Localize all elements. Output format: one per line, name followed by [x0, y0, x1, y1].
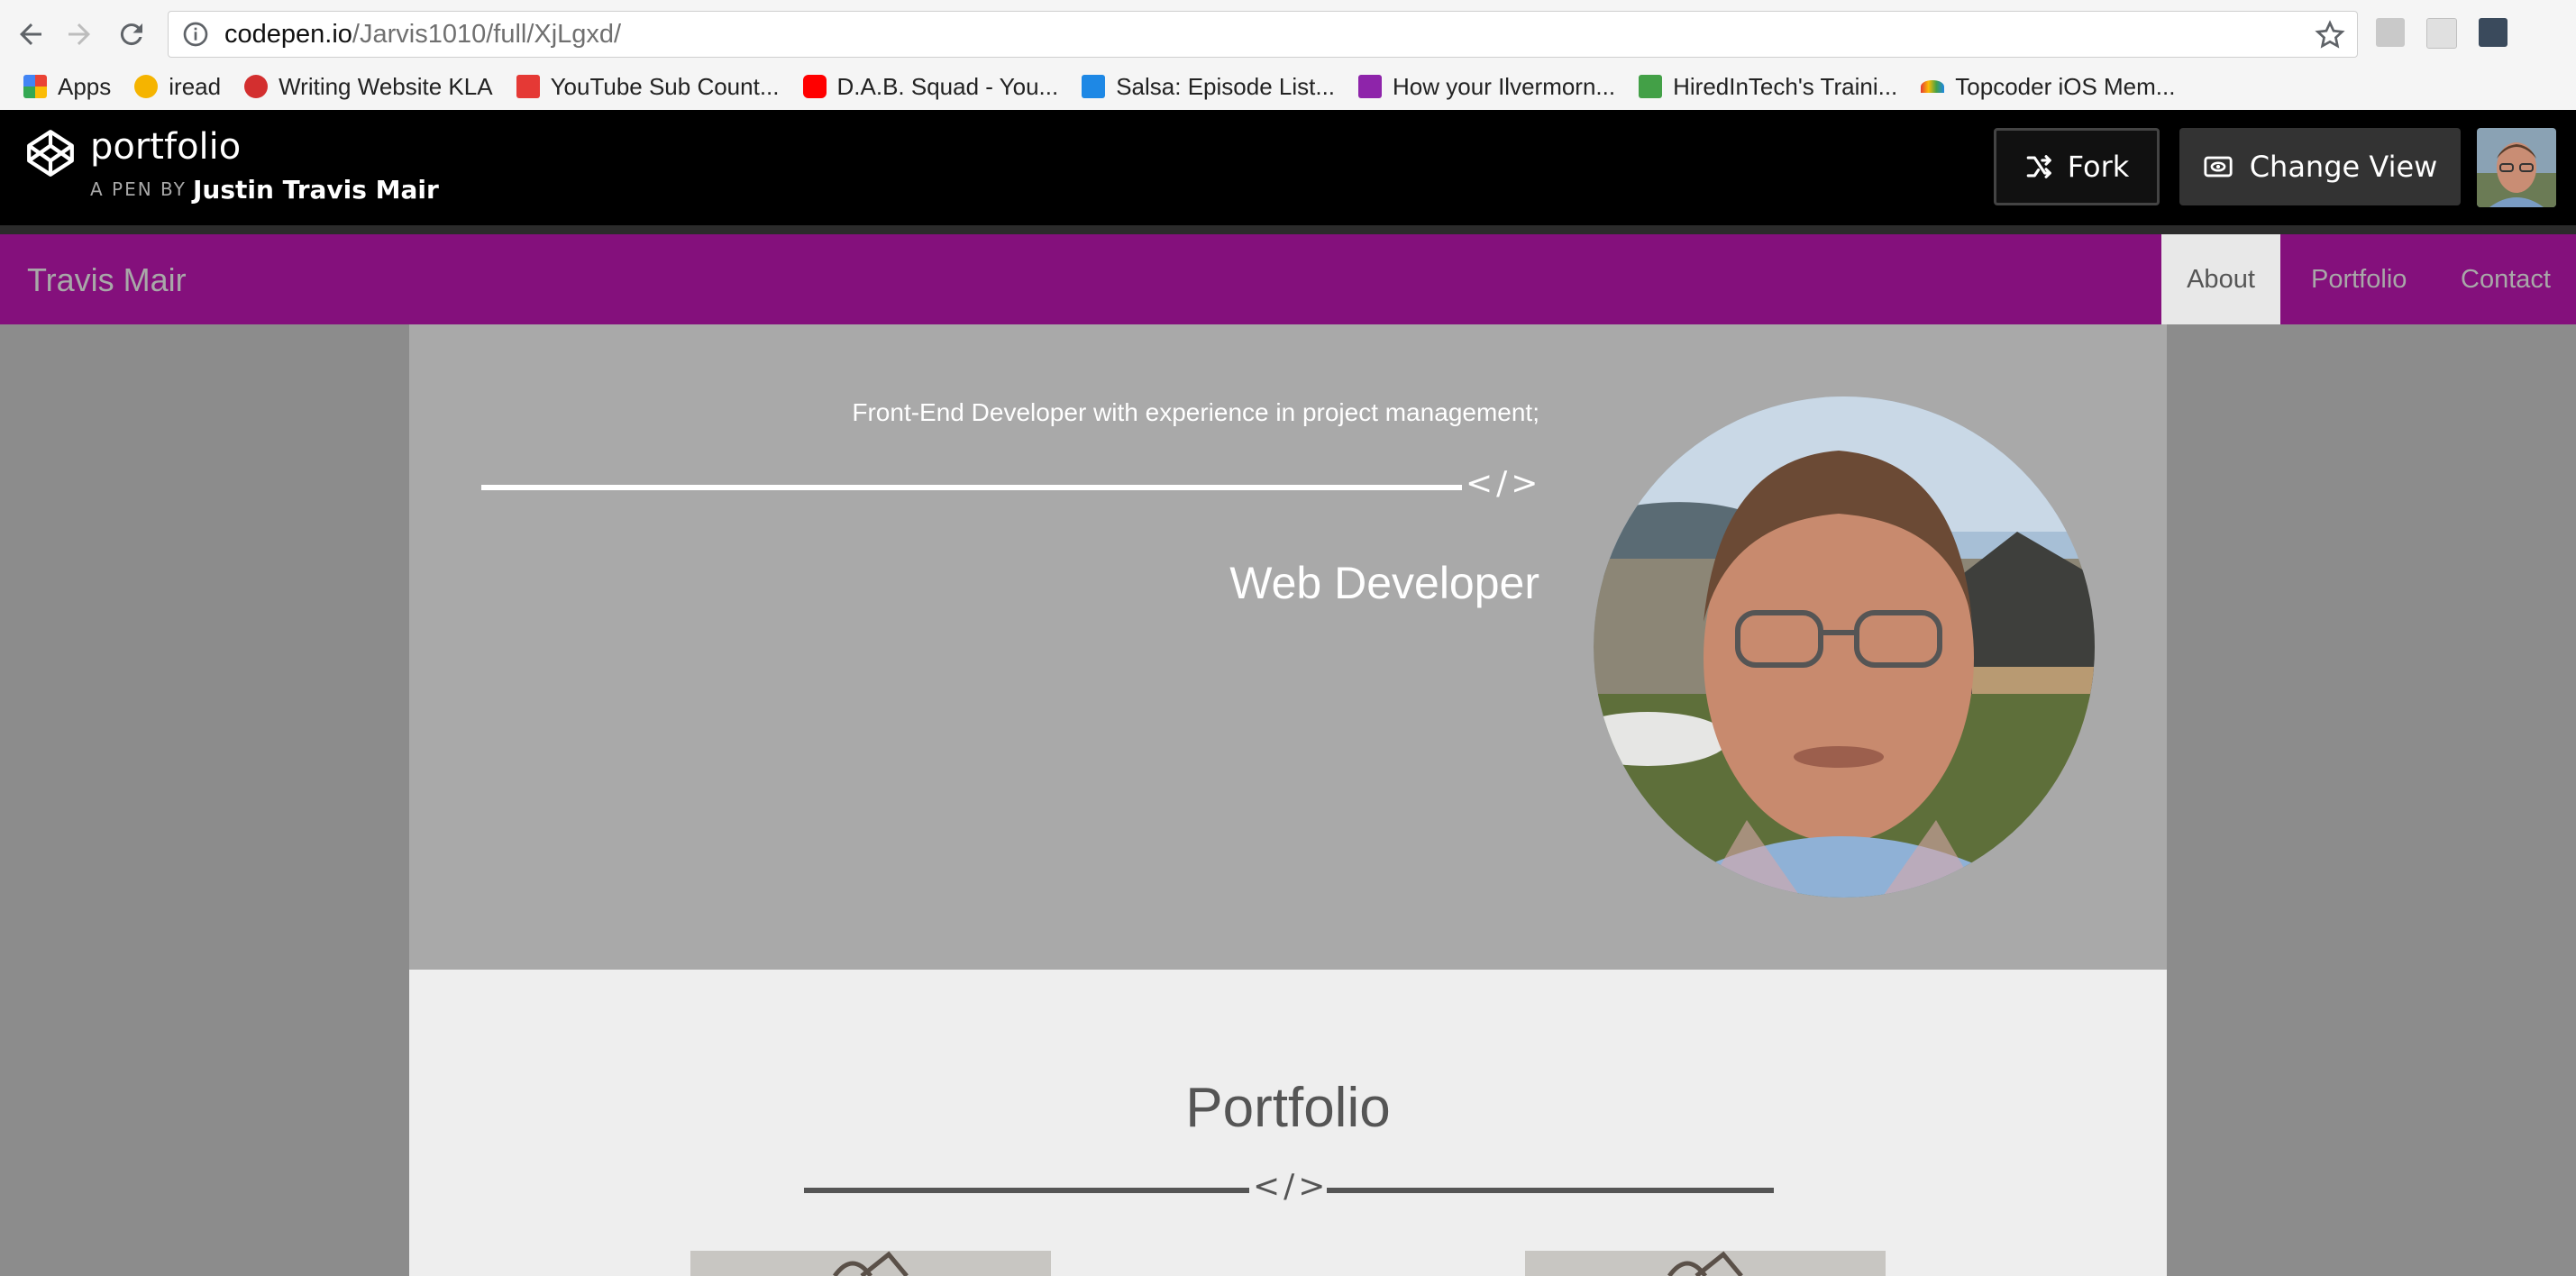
fork-icon — [2026, 155, 2051, 178]
nav-contact[interactable]: Contact — [2461, 234, 2551, 324]
codepen-header: portfolio A PEN BY Justin Travis Mair Fo… — [0, 110, 2576, 234]
portfolio-thumbnail[interactable] — [690, 1251, 1051, 1276]
site-brand[interactable]: Travis Mair — [27, 261, 187, 299]
portfolio-heading: Portfolio — [1185, 1077, 1391, 1139]
portfolio-divider-right — [1327, 1188, 1774, 1193]
bookmark-ilvermorny[interactable]: How your Ilvermorn... — [1358, 73, 1615, 101]
apps-grid-icon — [23, 75, 47, 98]
profile-photo — [1594, 396, 2095, 898]
salsa-icon — [1082, 75, 1106, 98]
info-icon[interactable] — [181, 20, 210, 49]
arrow-right-icon — [69, 23, 90, 45]
hero-divider-line — [481, 485, 1462, 490]
bookmark-writing-website[interactable]: Writing Website KLA — [244, 73, 493, 101]
bookmark-hiredintech[interactable]: HiredInTech's Traini... — [1639, 73, 1897, 101]
code-glyph-icon: </> — [1466, 465, 1542, 502]
codepen-logo-icon[interactable] — [25, 128, 76, 178]
bookmark-star-icon[interactable] — [2314, 19, 2346, 51]
reload-button[interactable] — [110, 13, 153, 56]
bookmark-iread[interactable]: iread — [134, 73, 221, 101]
hiredintech-icon — [1639, 75, 1663, 98]
pen-title: portfolio — [90, 126, 242, 168]
portfolio-section: Portfolio </> — [409, 970, 2167, 1276]
bookmarks-bar: Apps iread Writing Website KLA YouTube S… — [0, 65, 2576, 108]
bookmark-salsa[interactable]: Salsa: Episode List... — [1082, 73, 1335, 101]
url-path: /Jarvis1010/full/XjLgxd/ — [352, 19, 622, 49]
url-host: codepen.io — [224, 19, 352, 49]
portfolio-divider-left — [804, 1188, 1249, 1193]
portfolio-thumbnail[interactable] — [1525, 1251, 1886, 1276]
youtube-icon — [802, 75, 827, 98]
forward-button[interactable] — [58, 13, 101, 56]
hufflepuff-h-icon — [1358, 75, 1383, 98]
topcoder-icon — [1921, 80, 1945, 93]
fork-button[interactable]: Fork — [1994, 128, 2160, 205]
site-navbar: Travis Mair About Portfolio Contact — [0, 234, 2576, 324]
writing-icon — [244, 75, 269, 98]
extension-u-icon[interactable] — [2479, 18, 2507, 47]
pen-author-link[interactable]: Justin Travis Mair — [193, 175, 439, 205]
page-content: Front-End Developer with experience in p… — [409, 324, 2167, 1276]
extension-window-icon[interactable] — [2426, 18, 2457, 49]
bookmark-dab-squad[interactable]: D.A.B. Squad - You... — [802, 73, 1058, 101]
address-bar[interactable]: codepen.io/Jarvis1010/full/XjLgxd/ — [168, 11, 2358, 58]
reload-icon — [120, 23, 142, 46]
nav-portfolio[interactable]: Portfolio — [2311, 234, 2407, 324]
back-button[interactable] — [9, 13, 52, 56]
eye-icon — [2204, 156, 2233, 178]
user-avatar[interactable] — [2477, 128, 2556, 207]
hero-title: Web Developer — [1229, 558, 1539, 608]
bookmark-topcoder[interactable]: Topcoder iOS Mem... — [1921, 73, 2175, 101]
about-section: Front-End Developer with experience in p… — [409, 324, 2167, 970]
nav-about[interactable]: About — [2161, 234, 2280, 324]
bookmark-apps[interactable]: Apps — [23, 73, 111, 101]
iread-icon — [134, 75, 159, 98]
hero-tagline: Front-End Developer with experience in p… — [852, 398, 1539, 426]
bookmark-youtube-sub-count[interactable]: YouTube Sub Count... — [516, 73, 780, 101]
pen-by-label: A PEN BY — [90, 178, 187, 200]
change-view-button[interactable]: Change View — [2179, 128, 2461, 205]
youtube-sub-icon — [516, 75, 540, 98]
extension-tb-icon[interactable] — [2376, 18, 2405, 47]
browser-toolbar: codepen.io/Jarvis1010/full/XjLgxd/ Apps … — [0, 0, 2576, 111]
code-glyph-icon: </> — [1253, 1168, 1329, 1205]
arrow-left-icon — [20, 23, 41, 45]
